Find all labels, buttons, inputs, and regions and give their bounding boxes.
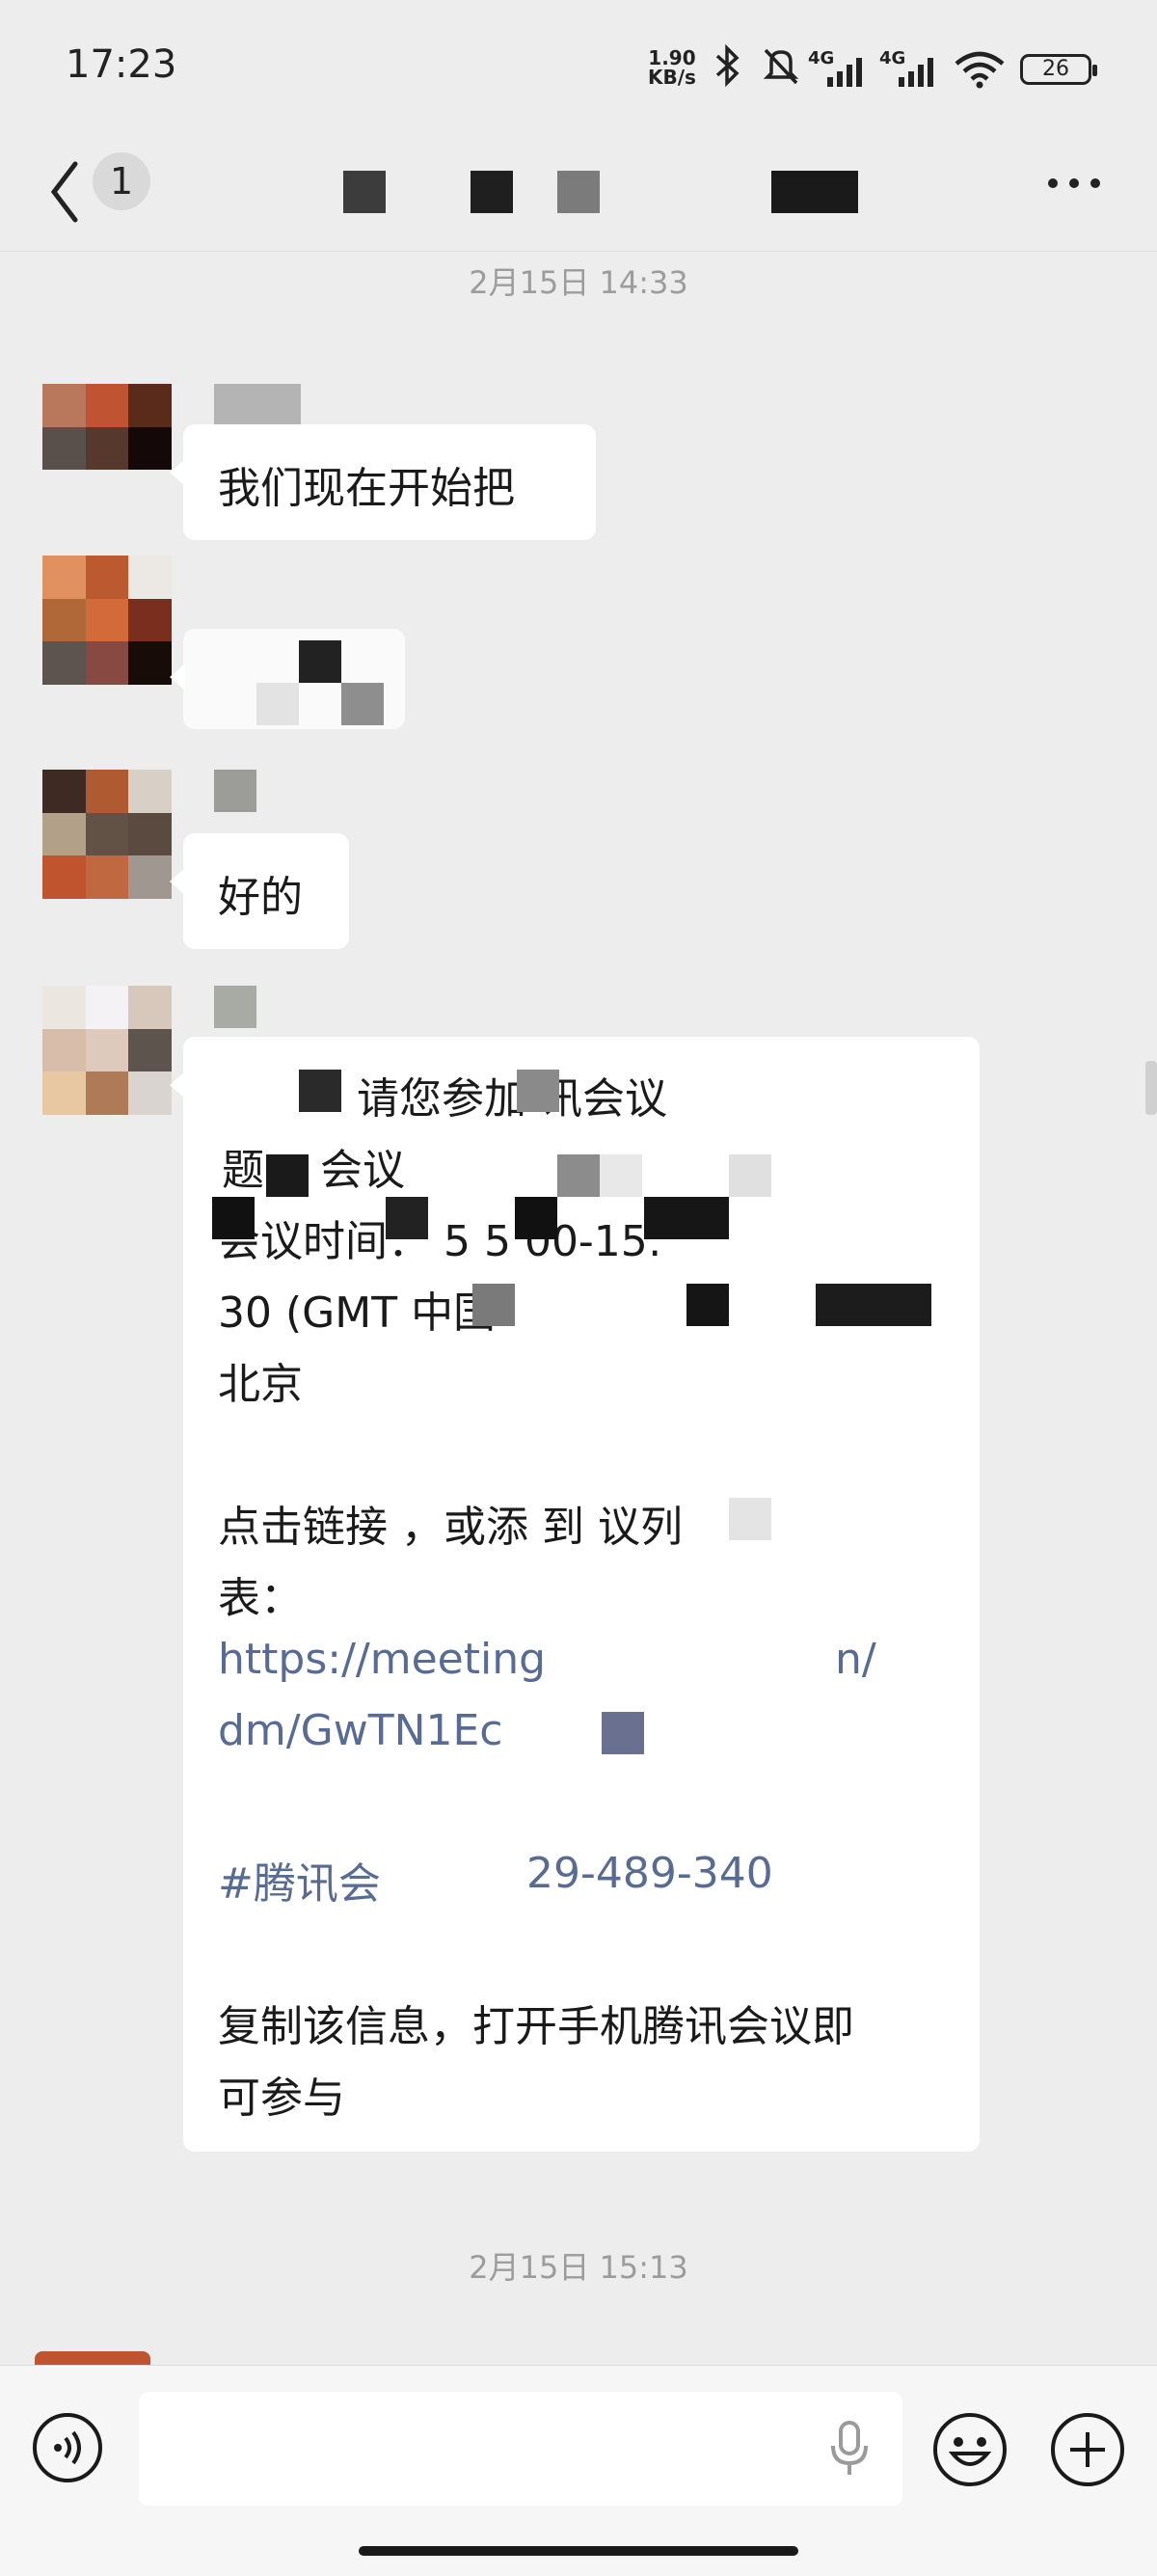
message-bubble[interactable] [170, 629, 405, 729]
message-text: 我们现在开始把 [218, 464, 515, 513]
meeting-link[interactable]: https://meeting n/ [218, 1635, 876, 1684]
message-timestamp: 2月15日 15:13 [469, 2249, 688, 2286]
status-bar: 17:23 1.90 KB/s 4G 4G 26 [0, 0, 1157, 135]
mic-icon[interactable] [825, 2419, 874, 2479]
title-mosaic-block [557, 171, 600, 213]
sender-name-mosaic [214, 384, 301, 426]
mosaic-block [517, 1070, 559, 1112]
network-speed-unit: KB/s [648, 66, 696, 89]
meeting-tag-prefix: #腾讯会 [218, 1859, 381, 1909]
mosaic-block [256, 683, 299, 725]
card-footer: 可参与 [218, 2074, 345, 2123]
avatar[interactable] [42, 986, 172, 1115]
message-input[interactable] [139, 2392, 902, 2506]
meeting-link-start: https://meeting [218, 1635, 547, 1684]
mosaic-block [472, 1284, 515, 1326]
mosaic-block [600, 1154, 642, 1197]
status-time: 17:23 [66, 42, 177, 87]
network-speed: 1.90 KB/s [648, 48, 696, 87]
card-line-list: 表： [218, 1574, 303, 1623]
mosaic-block [386, 1197, 428, 1239]
card-line-click: 点击链接 ，或添 到 议列 [218, 1503, 683, 1552]
mosaic-block [729, 1154, 771, 1197]
title-mosaic-block [771, 171, 858, 213]
chevron-left-icon[interactable] [42, 156, 85, 228]
meeting-tag[interactable]: #腾讯会 29-489-340 [218, 1849, 773, 1911]
card-line-time: 会议时间： 5 5 00-15: [218, 1217, 662, 1266]
unread-count-badge[interactable]: 1 [93, 152, 150, 210]
plus-icon[interactable] [1049, 2411, 1126, 2488]
meeting-link-end: n/ [835, 1635, 876, 1684]
sender-name-mosaic [214, 986, 256, 1028]
title-mosaic-block [471, 171, 513, 213]
card-line-city: 北京 [218, 1360, 303, 1409]
signal-icon [827, 58, 862, 87]
message-bubble[interactable]: 好的 [170, 833, 349, 949]
avatar[interactable] [42, 556, 172, 685]
signal-icon [899, 58, 933, 87]
mosaic-block [299, 640, 341, 683]
avatar[interactable] [35, 2351, 150, 2365]
title-mosaic-block [343, 171, 386, 213]
battery-icon: 26 [1020, 54, 1097, 85]
mosaic-block [686, 1284, 729, 1326]
ellipsis-icon[interactable] [1045, 176, 1103, 191]
emoji-icon[interactable] [931, 2411, 1009, 2488]
mosaic-block [602, 1712, 644, 1754]
scrollbar[interactable] [1145, 1061, 1157, 1115]
bluetooth-icon [715, 44, 740, 87]
card-line-timezone: 30 (GMT 中国 [218, 1288, 497, 1338]
mosaic-block [341, 683, 384, 725]
card-line-topic: 题： 会议 [222, 1146, 405, 1195]
sender-name-mosaic [214, 770, 256, 812]
message-bubble[interactable]: 我们现在开始把 [170, 424, 596, 540]
voice-icon[interactable] [31, 2411, 104, 2484]
mute-icon [763, 48, 799, 85]
network-speed-value: 1.90 [648, 46, 696, 69]
card-footer: 复制该信息，打开手机腾讯会议即 [218, 2002, 854, 2051]
avatar[interactable] [42, 770, 172, 899]
wifi-icon [955, 51, 1005, 89]
mosaic-block [515, 1197, 557, 1239]
mosaic-block [557, 1154, 600, 1197]
mosaic-block [212, 1197, 255, 1239]
mosaic-block [816, 1284, 931, 1326]
message-text: 好的 [218, 873, 303, 922]
avatar[interactable] [42, 384, 172, 513]
home-indicator[interactable] [359, 2546, 798, 2556]
mosaic-block [266, 1154, 309, 1197]
mosaic-block [729, 1498, 771, 1540]
meeting-link-continued[interactable]: dm/GwTN1Ec [218, 1706, 502, 1755]
meeting-invite-card[interactable]: 请您参加 讯会议 题： 会议 会议时间： 5 5 00-15: 30 (GMT … [170, 1037, 980, 2152]
mosaic-block [644, 1197, 729, 1239]
mosaic-block [299, 1070, 341, 1112]
meeting-tag-number: 29-489-340 [526, 1849, 773, 1898]
card-line-invite: 请您参加 讯会议 [357, 1074, 667, 1124]
message-timestamp: 2月15日 14:33 [469, 264, 688, 301]
